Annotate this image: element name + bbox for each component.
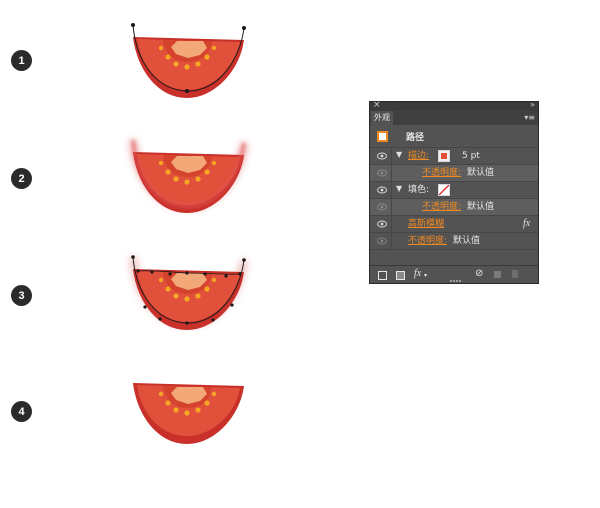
stroke-opacity-value: 默认值 xyxy=(467,168,495,178)
duplicate-item-icon[interactable] xyxy=(494,271,501,278)
visibility-eye-icon[interactable] xyxy=(377,220,387,228)
collapse-icon[interactable]: » xyxy=(530,100,535,109)
object-opacity-row[interactable]: 不透明度: 默认值 xyxy=(370,233,538,250)
expand-triangle-icon[interactable]: ▼ xyxy=(396,150,402,159)
object-title: 路径 xyxy=(406,133,425,143)
chevron-down-icon[interactable]: ▾ xyxy=(424,272,427,279)
fill-opacity-row[interactable]: 不透明度: 默认值 xyxy=(370,199,538,216)
fx-icon[interactable]: fx xyxy=(523,218,530,230)
object-thumbnail-icon xyxy=(377,131,388,142)
panel-tab-strip: 外观 ▾≡ xyxy=(370,111,538,125)
fill-opacity-label[interactable]: 不透明度: xyxy=(422,201,461,213)
effect-row[interactable]: 高斯模糊 fx xyxy=(370,216,538,233)
tab-appearance[interactable]: 外观 xyxy=(371,111,393,125)
object-row[interactable]: 路径 xyxy=(370,128,538,148)
fill-row[interactable]: ▼ 填色: xyxy=(370,182,538,199)
appearance-panel: × » 外观 ▾≡ 路径 ▼ 描边: 5 pt 不透明度: 默认值 ▼ 填色: xyxy=(369,100,539,284)
stroke-opacity-label[interactable]: 不透明度: xyxy=(422,167,461,179)
visibility-eye-icon[interactable] xyxy=(377,152,387,160)
tomato-slice-step-2 xyxy=(130,139,247,213)
visibility-eye-icon[interactable] xyxy=(377,203,387,211)
add-new-fill-icon[interactable] xyxy=(396,271,405,280)
add-new-stroke-icon[interactable] xyxy=(378,271,387,280)
stroke-opacity-row[interactable]: 不透明度: 默认值 xyxy=(370,165,538,182)
clear-appearance-icon[interactable]: ⊘ xyxy=(475,268,483,279)
stroke-row[interactable]: ▼ 描边: 5 pt xyxy=(370,148,538,165)
stroke-label[interactable]: 描边: xyxy=(408,150,429,162)
visibility-eye-icon[interactable] xyxy=(377,186,387,194)
stroke-width-value[interactable]: 5 pt xyxy=(462,150,480,162)
object-opacity-value: 默认值 xyxy=(453,236,481,246)
resize-grip-icon[interactable] xyxy=(450,280,462,282)
visibility-eye-icon[interactable] xyxy=(377,237,387,245)
tomato-slice-step-1 xyxy=(131,23,246,98)
add-new-effect-icon[interactable]: fx xyxy=(414,268,421,279)
gaussian-blur-effect-link[interactable]: 高斯模糊 xyxy=(408,218,444,230)
tomato-slice-step-3 xyxy=(130,255,247,330)
panel-title-bar[interactable]: × » xyxy=(370,100,538,111)
tomato-slice-step-4 xyxy=(133,383,244,444)
expand-triangle-icon[interactable]: ▼ xyxy=(396,184,402,193)
panel-menu-icon[interactable]: ▾≡ xyxy=(524,111,535,125)
object-opacity-label[interactable]: 不透明度: xyxy=(408,235,447,247)
stroke-color-swatch[interactable] xyxy=(438,150,450,162)
delete-item-icon[interactable] xyxy=(512,270,518,278)
fill-label[interactable]: 填色: xyxy=(408,184,429,196)
fill-none-swatch[interactable] xyxy=(438,184,450,196)
fill-opacity-value: 默认值 xyxy=(467,202,495,212)
visibility-eye-icon[interactable] xyxy=(377,169,387,177)
close-icon[interactable]: × xyxy=(373,100,381,110)
